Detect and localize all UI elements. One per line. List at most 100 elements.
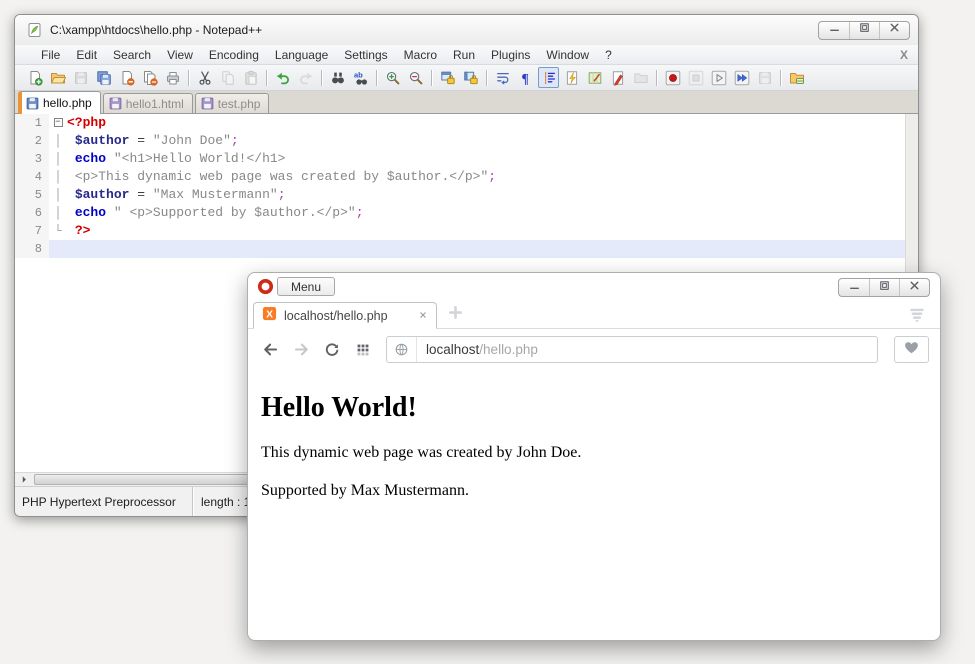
menu-plugins[interactable]: Plugins bbox=[483, 46, 538, 64]
toolbar-separator bbox=[656, 70, 657, 86]
page-paragraph: Supported by Max Mustermann. bbox=[261, 482, 920, 500]
toolbar-separator bbox=[266, 70, 267, 86]
close-all-documents-icon[interactable] bbox=[139, 67, 160, 88]
fold-start-icon[interactable]: − bbox=[49, 114, 67, 132]
new-tab-button[interactable] bbox=[445, 305, 465, 325]
tab-close-icon[interactable] bbox=[418, 307, 428, 325]
code-line-8[interactable]: 8 bbox=[15, 240, 905, 258]
browser-tab-localhost[interactable]: X localhost/hello.php bbox=[253, 302, 437, 329]
code-line-7[interactable]: 7└ ?> bbox=[15, 222, 905, 240]
menu-encoding[interactable]: Encoding bbox=[201, 46, 267, 64]
open-containing-folder-icon[interactable] bbox=[786, 67, 807, 88]
opera-titlebar[interactable]: Menu bbox=[248, 273, 940, 300]
svg-text:¶: ¶ bbox=[521, 71, 528, 86]
maximize-button[interactable] bbox=[849, 22, 879, 39]
menubar-close-document-button[interactable]: X bbox=[900, 48, 908, 62]
code-line-2[interactable]: 2│ $author = "John Doe"; bbox=[15, 132, 905, 150]
close-button[interactable] bbox=[879, 22, 909, 39]
macro-play-icon[interactable] bbox=[708, 67, 729, 88]
open-folder-icon[interactable] bbox=[47, 67, 68, 88]
new-file-icon[interactable] bbox=[24, 67, 45, 88]
menu-language[interactable]: Language bbox=[267, 46, 336, 64]
sync-horizontal-scrolling-icon[interactable] bbox=[460, 67, 481, 88]
speed-dial-icon[interactable] bbox=[352, 339, 374, 361]
saved-file-icon bbox=[201, 97, 214, 110]
copy-icon bbox=[217, 67, 238, 88]
save-icon bbox=[70, 67, 91, 88]
zoom-in-icon[interactable] bbox=[382, 67, 403, 88]
close-button[interactable] bbox=[899, 279, 929, 296]
undo-icon[interactable] bbox=[272, 67, 293, 88]
sync-vertical-scrolling-icon[interactable] bbox=[437, 67, 458, 88]
word-wrap-icon[interactable] bbox=[492, 67, 513, 88]
url-host: localhost bbox=[426, 342, 479, 357]
document-tab-hello1.html[interactable]: hello1.html bbox=[103, 93, 193, 113]
opera-menu-button[interactable]: Menu bbox=[277, 277, 335, 296]
macro-stop-icon bbox=[685, 67, 706, 88]
opera-window: Menu X localhost/hello.php bbox=[247, 272, 941, 641]
macro-record-icon[interactable] bbox=[662, 67, 683, 88]
fold-mid-icon: │ bbox=[49, 204, 67, 222]
toolbar-separator bbox=[188, 70, 189, 86]
menu-window[interactable]: Window bbox=[538, 46, 597, 64]
url-path: /hello.php bbox=[479, 342, 538, 357]
minimize-button[interactable] bbox=[839, 279, 869, 296]
menu-settings[interactable]: Settings bbox=[336, 46, 395, 64]
line-number: 5 bbox=[15, 186, 49, 204]
document-switcher-icon[interactable] bbox=[607, 67, 628, 88]
menu-macro[interactable]: Macro bbox=[396, 46, 445, 64]
menu-search[interactable]: Search bbox=[105, 46, 159, 64]
close-document-icon[interactable] bbox=[116, 67, 137, 88]
replace-icon[interactable]: ab bbox=[350, 67, 371, 88]
menu-run[interactable]: Run bbox=[445, 46, 483, 64]
code-line-5[interactable]: 5│ $author = "Max Mustermann"; bbox=[15, 186, 905, 204]
print-icon[interactable] bbox=[162, 67, 183, 88]
macro-run-multiple-icon[interactable] bbox=[731, 67, 752, 88]
address-bar[interactable]: localhost/hello.php bbox=[386, 336, 878, 363]
code-line-6[interactable]: 6│ echo " <p>Supported by $author.</p>"; bbox=[15, 204, 905, 222]
document-tab-test.php[interactable]: test.php bbox=[195, 93, 270, 113]
fold-end-icon: └ bbox=[49, 222, 67, 240]
bookmark-button[interactable] bbox=[894, 336, 929, 363]
line-number: 6 bbox=[15, 204, 49, 222]
maximize-icon bbox=[877, 278, 892, 297]
show-all-characters-icon[interactable]: ¶ bbox=[515, 67, 536, 88]
menu-help[interactable]: ? bbox=[597, 46, 620, 64]
url-text[interactable]: localhost/hello.php bbox=[417, 342, 538, 357]
maximize-button[interactable] bbox=[869, 279, 899, 296]
menu-edit[interactable]: Edit bbox=[68, 46, 105, 64]
macro-save-icon bbox=[754, 67, 775, 88]
code-text: $author = "John Doe"; bbox=[67, 132, 905, 150]
document-tab-hello.php[interactable]: hello.php bbox=[18, 91, 101, 114]
find-icon[interactable] bbox=[327, 67, 348, 88]
back-button[interactable] bbox=[259, 339, 281, 361]
reload-button[interactable] bbox=[321, 339, 343, 361]
opera-caption-buttons bbox=[838, 278, 930, 297]
code-text: <p>This dynamic web page was created by … bbox=[67, 168, 905, 186]
menu-file[interactable]: File bbox=[33, 46, 68, 64]
scroll-left-arrow-icon[interactable] bbox=[17, 474, 31, 485]
desktop: C:\xampp\htdocs\hello.php - Notepad++ Fi… bbox=[0, 0, 975, 664]
notepadpp-titlebar[interactable]: C:\xampp\htdocs\hello.php - Notepad++ bbox=[15, 15, 918, 45]
code-line-3[interactable]: 3│ echo "<h1>Hello World!</h1> bbox=[15, 150, 905, 168]
document-map-icon[interactable] bbox=[584, 67, 605, 88]
cut-icon[interactable] bbox=[194, 67, 215, 88]
tab-label: hello1.html bbox=[126, 97, 184, 111]
code-line-1[interactable]: 1−<?php bbox=[15, 114, 905, 132]
minimize-button[interactable] bbox=[819, 22, 849, 39]
line-number: 3 bbox=[15, 150, 49, 168]
svg-text:X: X bbox=[266, 309, 273, 320]
code-line-4[interactable]: 4│ <p>This dynamic web page was created … bbox=[15, 168, 905, 186]
notepadpp-menubar: FileEditSearchViewEncodingLanguageSettin… bbox=[15, 45, 918, 65]
indent-guide-icon[interactable] bbox=[538, 67, 559, 88]
menu-view[interactable]: View bbox=[159, 46, 201, 64]
site-globe-icon[interactable] bbox=[387, 337, 417, 362]
status-doctype: PHP Hypertext Preprocessor bbox=[15, 487, 193, 516]
notepadpp-window-title: C:\xampp\htdocs\hello.php - Notepad++ bbox=[50, 23, 818, 37]
function-list-icon[interactable] bbox=[561, 67, 582, 88]
closed-tabs-menu-icon[interactable] bbox=[908, 306, 926, 324]
toolbar-separator bbox=[376, 70, 377, 86]
save-all-icon[interactable] bbox=[93, 67, 114, 88]
zoom-out-icon[interactable] bbox=[405, 67, 426, 88]
minimize-icon bbox=[847, 278, 862, 297]
